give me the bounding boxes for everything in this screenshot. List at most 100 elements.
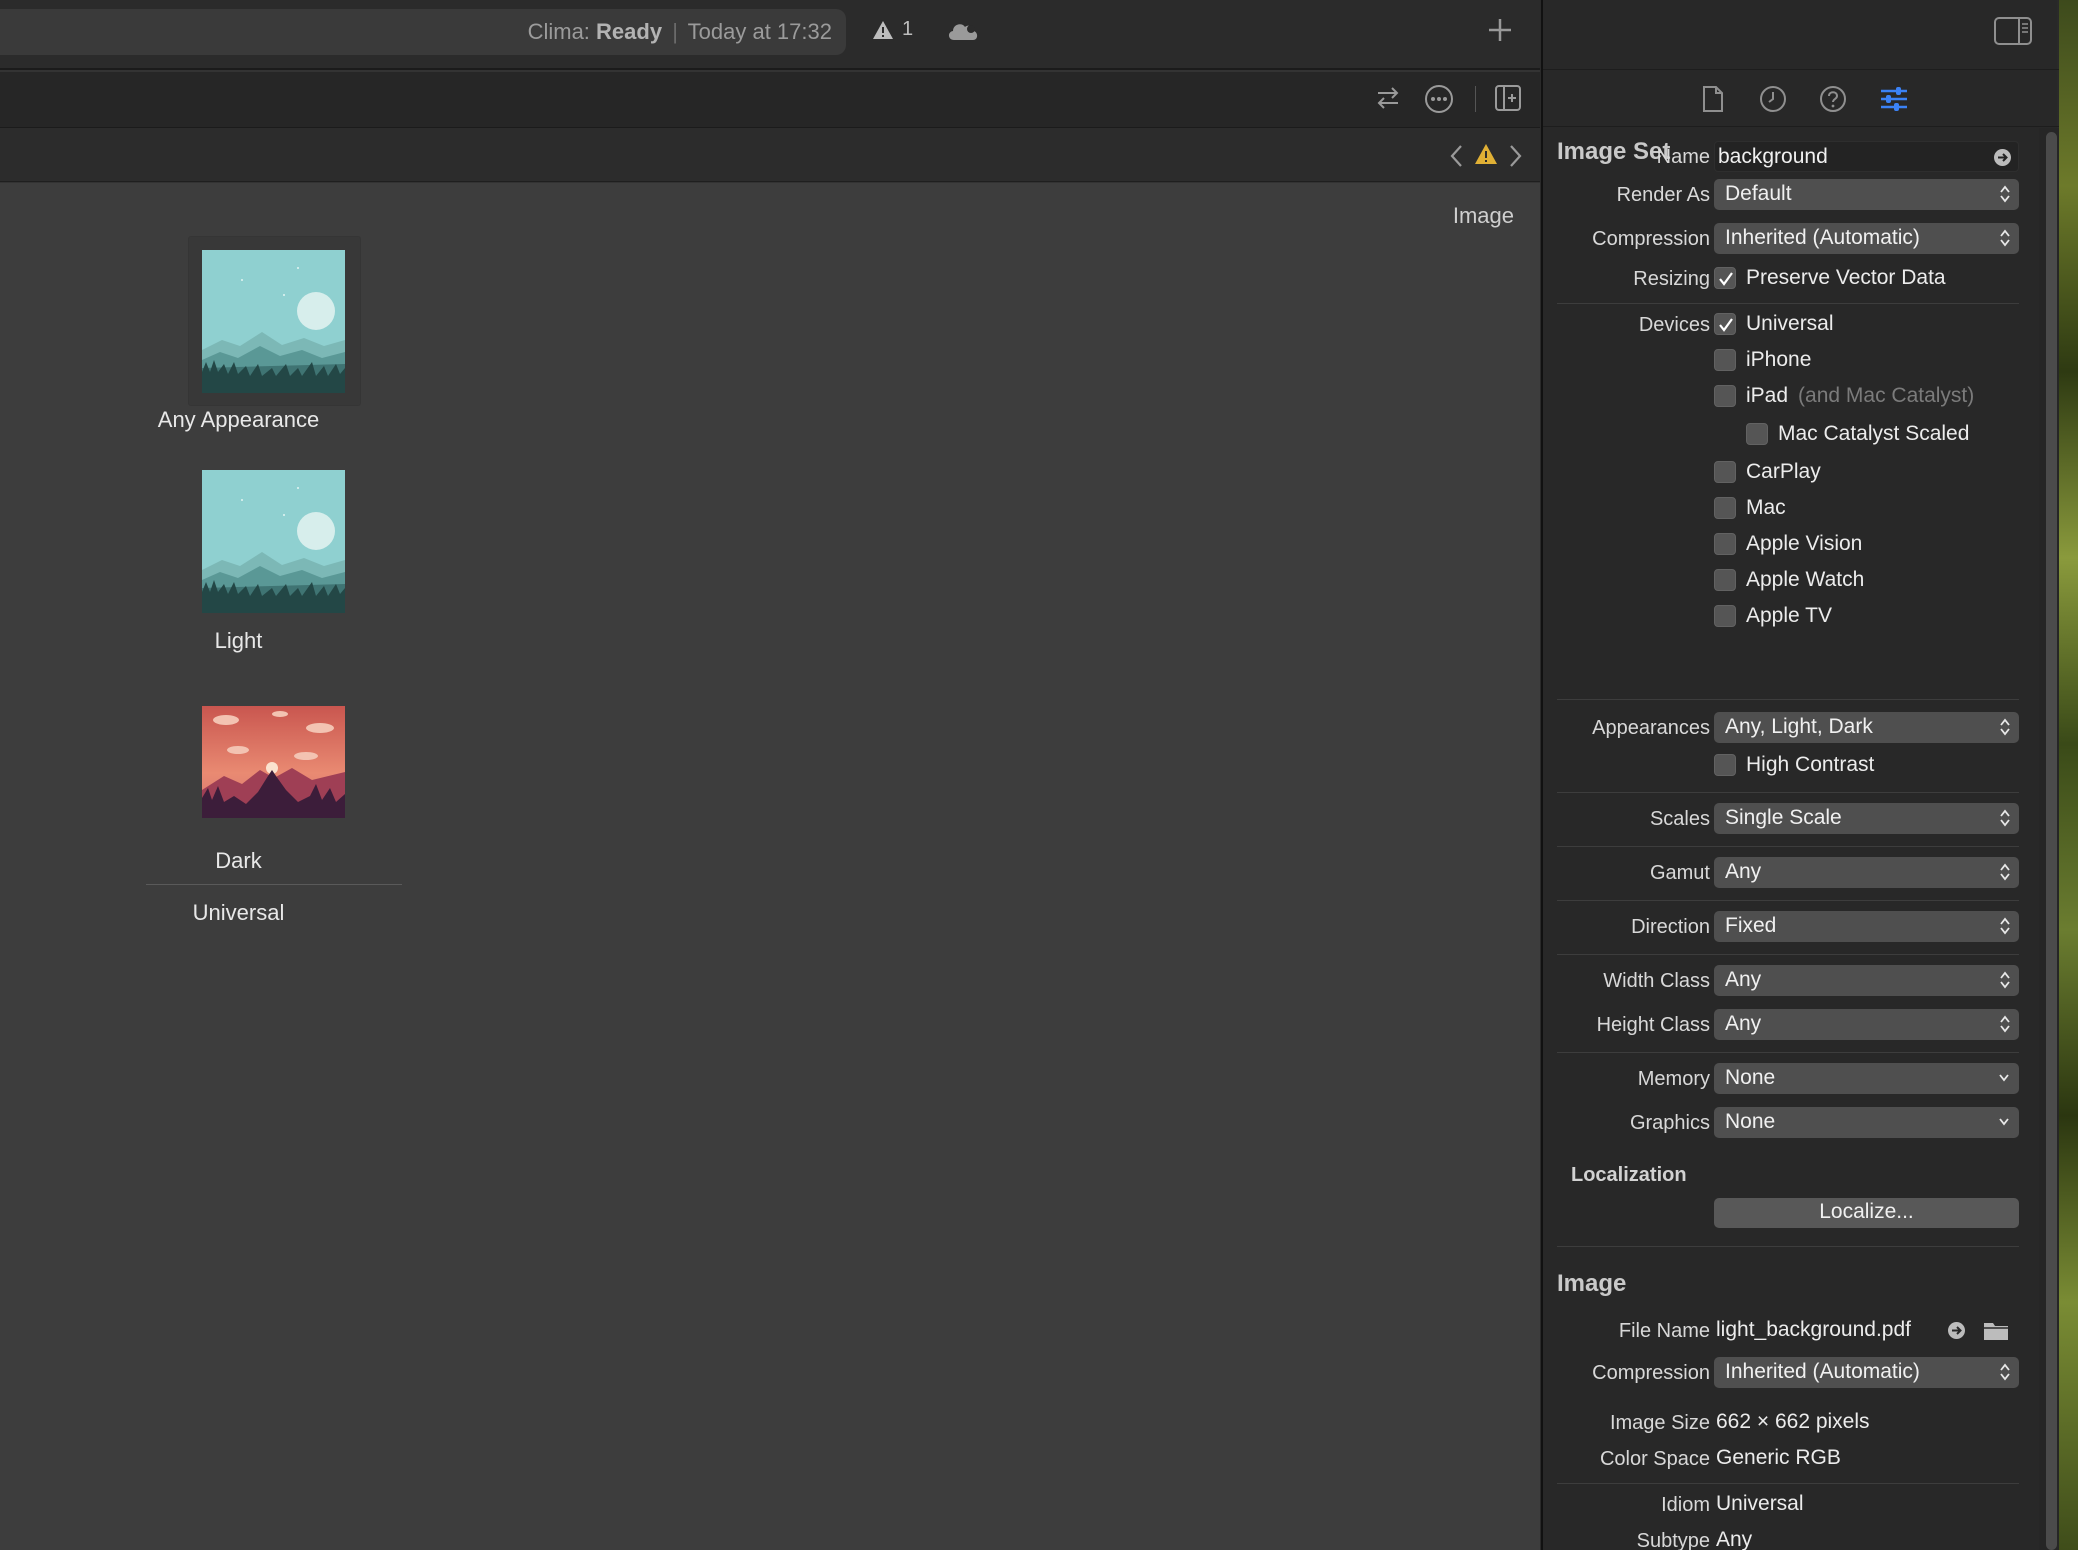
popup-arrows-icon [2000,809,2010,827]
popup-arrows-icon [2000,229,2010,247]
divider [1557,792,2019,793]
checkmark-icon [1719,272,1733,286]
window-toolbar: Clima: Ready | Today at 17:32 1 [0,0,1540,70]
graphics-label: Graphics [1629,1112,1710,1134]
name-field[interactable]: background [1714,141,2019,172]
device-mac-checkbox[interactable]: Mac [1714,496,1786,520]
inspector-body: Image Set Name background Render As Defa… [1543,128,2039,1550]
graphics-popup[interactable]: None [1714,1107,2019,1138]
localization-title: Localization [1571,1164,1687,1186]
divider [1557,303,2019,304]
high-contrast-checkbox[interactable]: High Contrast [1714,753,1874,777]
appearances-popup[interactable]: Any, Light, Dark [1714,712,2019,743]
file-icon[interactable] [1701,85,1725,113]
render-as-popup[interactable]: Default [1714,179,2019,210]
add-editor-icon[interactable] [1494,84,1522,112]
help-icon[interactable] [1819,85,1847,113]
device-carplay-checkbox[interactable]: CarPlay [1714,460,1821,484]
device-label: Mac Catalyst Scaled [1778,422,1970,445]
popup-arrows-icon [2000,1015,2010,1033]
scales-popup[interactable]: Single Scale [1714,803,2019,834]
cloud-icon[interactable] [946,18,980,42]
subtype-label: Subtype [1636,1530,1710,1550]
render-as-value: Default [1725,182,1792,205]
toolbar-separator [1475,86,1476,112]
group-divider [146,884,402,885]
color-space-value: Generic RGB [1716,1446,1841,1469]
gamut-value: Any [1725,860,1762,883]
swap-arrows-icon[interactable] [1374,84,1402,112]
high-contrast-label: High Contrast [1746,753,1875,776]
width-class-value: Any [1725,968,1762,991]
compression-label: Compression [1592,228,1710,250]
checkbox-unchecked [1714,605,1736,627]
folder-icon[interactable] [1983,1319,2009,1341]
direction-popup[interactable]: Fixed [1714,911,2019,942]
jump-bar [0,128,1540,182]
inspector-toolbar [1543,0,2059,70]
history-icon[interactable] [1759,85,1787,113]
chevron-left-icon[interactable] [1448,143,1466,169]
height-class-value: Any [1725,1012,1762,1035]
go-arrow-icon[interactable] [1947,1321,1966,1340]
idiom-label: Idiom [1661,1494,1710,1516]
popup-arrows-icon [2000,718,2010,736]
canvas-image-label: Image [1452,203,1514,228]
go-arrow-icon[interactable] [1993,148,2012,167]
image-size-label: Image Size [1609,1412,1710,1434]
device-label: iPhone [1746,348,1812,371]
device-iphone-checkbox[interactable]: iPhone [1714,348,1811,372]
attributes-icon[interactable] [1879,85,1909,113]
device-label: Apple Vision [1746,532,1863,555]
slot-light[interactable] [202,470,345,613]
divider [1557,1483,2019,1484]
chevron-down-icon [1999,1074,2009,1082]
chevron-right-icon[interactable] [1506,143,1524,169]
width-class-popup[interactable]: Any [1714,965,2019,996]
height-class-label: Height Class [1596,1014,1710,1036]
checkbox-unchecked [1714,569,1736,591]
more-options-icon[interactable] [1424,84,1454,114]
device-label: Apple TV [1746,604,1832,627]
slot-dark[interactable] [202,706,345,818]
inspector-scrollbar[interactable] [2046,132,2057,1550]
preserve-vector-checkbox[interactable]: Preserve Vector Data [1714,266,1946,290]
file-name-value: light_background.pdf [1716,1318,1911,1341]
device-label: Universal [1746,312,1834,335]
desktop-background [2059,0,2078,1550]
direction-label: Direction [1631,916,1710,938]
plus-icon[interactable] [1486,16,1514,44]
image-compression-value: Inherited (Automatic) [1725,1360,1920,1383]
checkbox-checked [1714,267,1736,289]
checkbox-unchecked [1714,461,1736,483]
slot-label-dark: Dark [215,848,262,873]
device-apple-vision-checkbox[interactable]: Apple Vision [1714,532,1862,556]
editor-tab-bar [0,72,1540,128]
compression-popup[interactable]: Inherited (Automatic) [1714,223,2019,254]
group-label-universal: Universal [192,900,285,925]
gamut-label: Gamut [1649,862,1710,884]
subtype-value: Any [1716,1528,1753,1550]
slot-any-appearance[interactable] [202,250,345,393]
warning-icon[interactable] [1474,142,1498,166]
checkbox-unchecked [1714,385,1736,407]
image-compression-popup[interactable]: Inherited (Automatic) [1714,1357,2019,1388]
image-compression-label: Compression [1592,1362,1710,1384]
idiom-value: Universal [1716,1492,1804,1515]
gamut-popup[interactable]: Any [1714,857,2019,888]
localize-button[interactable]: Localize... [1714,1198,2019,1228]
height-class-popup[interactable]: Any [1714,1009,2019,1040]
device-ipad-checkbox[interactable]: iPad (and Mac Catalyst) [1714,384,1974,408]
render-as-label: Render As [1616,184,1710,206]
file-name-label: File Name [1618,1320,1710,1342]
device-label: CarPlay [1746,460,1821,483]
divider [1557,954,2019,955]
memory-popup[interactable]: None [1714,1063,2019,1094]
device-universal-checkbox[interactable]: Universal [1714,312,1834,336]
device-mac-catalyst-scaled-checkbox[interactable]: Mac Catalyst Scaled [1746,422,1969,446]
device-apple-tv-checkbox[interactable]: Apple TV [1714,604,1832,628]
name-label: Name [1656,146,1710,168]
warnings-indicator[interactable]: 1 [872,18,913,41]
sidebar-toggle-icon[interactable] [1993,16,2033,46]
device-apple-watch-checkbox[interactable]: Apple Watch [1714,568,1864,592]
